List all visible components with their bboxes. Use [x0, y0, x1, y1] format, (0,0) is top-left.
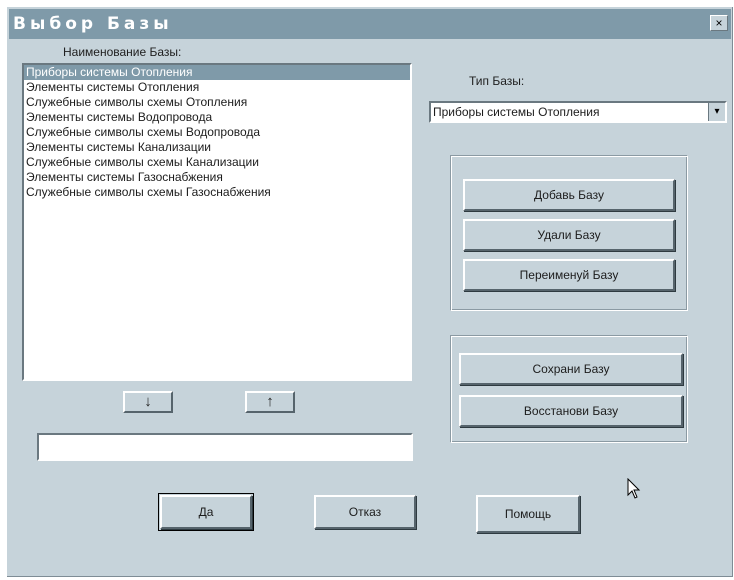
rename-base-button[interactable]: Переименуй Базу [463, 259, 675, 291]
move-up-button[interactable]: ↑ [245, 391, 295, 413]
help-button[interactable]: Помощь [476, 495, 580, 533]
add-base-button[interactable]: Добавь Базу [463, 179, 675, 211]
select-base-dialog: Выбор Базы × Наименование Базы: Приборы … [6, 6, 734, 578]
list-item[interactable]: Элементы системы Канализации [24, 140, 410, 155]
list-item[interactable]: Служебные символы схемы Газоснабжения [24, 185, 410, 200]
base-type-value: Приборы системы Отопления [433, 105, 600, 119]
list-item[interactable]: Служебные символы схемы Канализации [24, 155, 410, 170]
list-item[interactable]: Элементы системы Газоснабжения [24, 170, 410, 185]
base-list[interactable]: Приборы системы Отопления Элементы систе… [22, 63, 412, 381]
ok-button[interactable]: Да [158, 493, 254, 531]
base-name-field[interactable] [37, 433, 413, 461]
list-item[interactable]: Приборы системы Отопления [24, 65, 410, 80]
save-base-button[interactable]: Сохрани Базу [459, 353, 683, 385]
cancel-button[interactable]: Отказ [314, 495, 416, 529]
restore-base-button[interactable]: Восстанови Базу [459, 395, 683, 427]
list-label: Наименование Базы: [63, 45, 182, 59]
move-down-button[interactable]: ↓ [123, 391, 173, 413]
chevron-down-icon[interactable]: ▾ [708, 103, 725, 121]
window-title: Выбор Базы [13, 14, 173, 34]
list-item[interactable]: Служебные символы схемы Водопровода [24, 125, 410, 140]
close-icon[interactable]: × [710, 15, 728, 31]
list-item[interactable]: Служебные символы схемы Отопления [24, 95, 410, 110]
mouse-pointer-icon [627, 478, 641, 499]
delete-base-button[interactable]: Удали Базу [463, 219, 675, 251]
list-item[interactable]: Элементы системы Водопровода [24, 110, 410, 125]
type-label: Тип Базы: [469, 74, 525, 88]
base-type-select[interactable]: Приборы системы Отопления ▾ [429, 101, 727, 123]
title-bar[interactable]: Выбор Базы × [9, 9, 731, 39]
list-item[interactable]: Элементы системы Отопления [24, 80, 410, 95]
